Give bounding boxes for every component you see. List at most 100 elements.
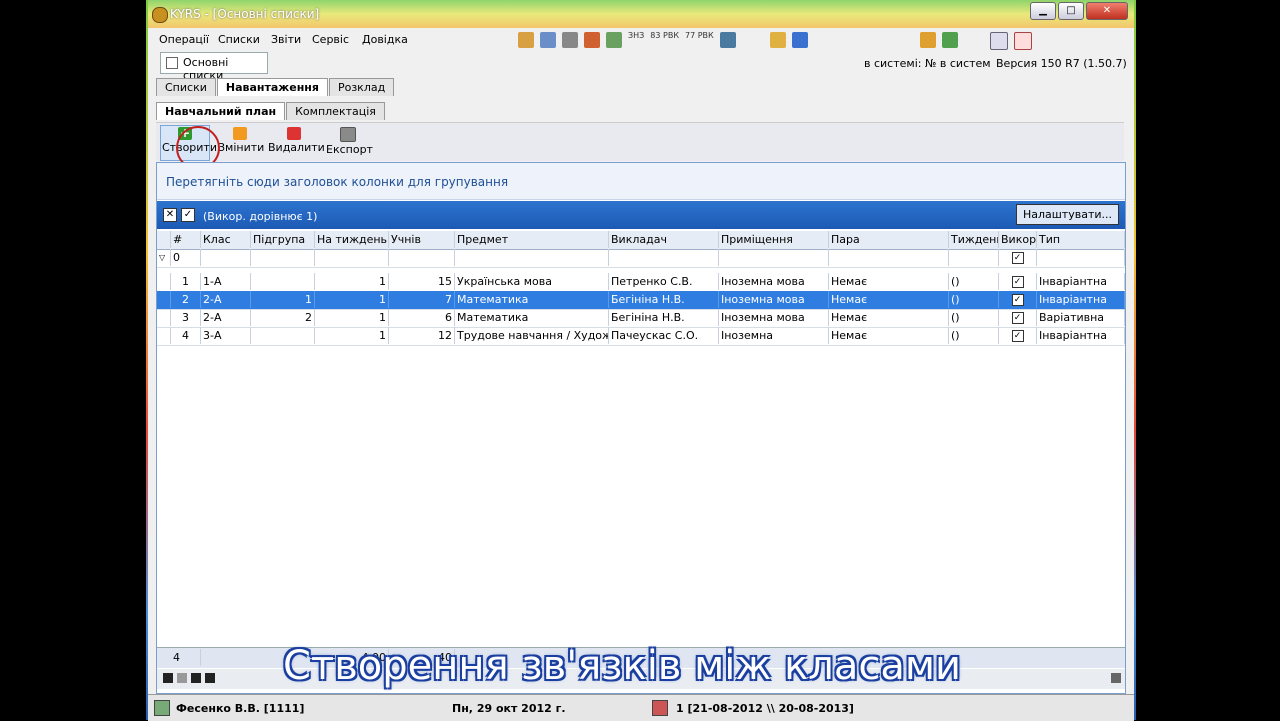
menu-reports[interactable]: Звіти — [271, 33, 301, 46]
row-pupils[interactable]: 15 — [389, 273, 455, 290]
table-row[interactable]: 2 2-А 1 1 7 Математика Бегініна Н.В. Іноземна м… — [157, 291, 1125, 310]
first-record-icon[interactable] — [163, 673, 173, 683]
delete-button[interactable]: Видалити — [268, 127, 325, 154]
refresh-icon[interactable] — [606, 32, 622, 48]
row-type[interactable]: Інваріантна — [1037, 291, 1125, 308]
col-per-week[interactable]: На тиждень (Г — [315, 231, 389, 248]
col-number[interactable]: # — [171, 231, 201, 248]
row-subgroup[interactable] — [251, 327, 315, 344]
filter-cell[interactable] — [1037, 249, 1125, 266]
filter-cell[interactable] — [389, 249, 455, 266]
minimize-button[interactable]: ▁ — [1030, 2, 1056, 20]
table-row[interactable]: 3 2-А 2 1 6 Математика Бегініна Н.В. Іноземна м… — [157, 309, 1125, 328]
filter-enabled-checkbox[interactable]: ✓ — [181, 208, 195, 222]
row-teacher[interactable]: Бегініна Н.В. — [609, 309, 719, 326]
table-row[interactable]: 1 1-А 1 15 Українська мова Петренко С.В. Інозе… — [157, 273, 1125, 292]
row-per-week[interactable]: 1 — [315, 327, 389, 344]
row-pupils[interactable]: 7 — [389, 291, 455, 308]
menu-service[interactable]: Сервіс — [312, 33, 349, 46]
maximize-button[interactable]: □ — [1058, 2, 1084, 20]
row-number[interactable]: 3 — [171, 309, 201, 326]
filter-cell-number[interactable]: 0 — [171, 249, 201, 266]
filter-cell[interactable] — [609, 249, 719, 266]
row-teacher[interactable]: Бегініна Н.В. — [609, 291, 719, 308]
row-pupils[interactable]: 12 — [389, 327, 455, 344]
row-subject[interactable]: Математика — [455, 309, 609, 326]
used-checkbox[interactable]: ✓ — [1011, 276, 1024, 288]
row-subgroup[interactable]: 2 — [251, 309, 315, 326]
doc-tab-main-lists[interactable]: Основні списки — [160, 52, 268, 82]
row-indicator[interactable] — [157, 273, 171, 290]
window-icon[interactable] — [989, 32, 1008, 50]
tab-workload[interactable]: Навантаження — [216, 78, 328, 96]
row-pair[interactable]: Немає — [829, 291, 949, 308]
row-room[interactable]: Іноземна мова — [719, 291, 829, 308]
menu-help[interactable]: Довідка — [362, 33, 408, 46]
prev-record-icon[interactable] — [177, 673, 187, 683]
row-used[interactable]: ✓ — [999, 327, 1037, 344]
row-indicator[interactable] — [157, 291, 171, 308]
tab-schedule[interactable]: Розклад — [328, 78, 395, 96]
row-used[interactable]: ✓ — [999, 309, 1037, 326]
col-subject[interactable]: Предмет — [455, 231, 609, 248]
row-type[interactable]: Інваріантна — [1037, 273, 1125, 290]
row-weeks[interactable]: () — [949, 309, 999, 326]
col-class[interactable]: Клас — [201, 231, 251, 248]
col-teacher[interactable]: Викладач — [609, 231, 719, 248]
edit-button[interactable]: Змінити — [218, 127, 264, 154]
clear-filter-button[interactable]: ✕ — [163, 208, 177, 222]
row-indicator[interactable] — [157, 309, 171, 326]
tab-study-plan[interactable]: Навчальний план — [156, 102, 286, 120]
row-subgroup[interactable]: 1 — [251, 291, 315, 308]
close-button[interactable]: ✕ — [1086, 2, 1128, 20]
checklist-icon[interactable] — [562, 32, 578, 48]
group-panel[interactable]: Перетягніть сюди заголовок колонки для г… — [157, 163, 1125, 200]
filter-cell[interactable] — [315, 249, 389, 266]
rvk83-icon[interactable]: 83 РВК — [650, 32, 679, 48]
filter-text[interactable]: (Викор. дорівнює 1) — [203, 210, 317, 223]
menu-operations[interactable]: Операції — [159, 33, 209, 46]
close-doc-icon[interactable] — [1013, 32, 1032, 50]
row-room[interactable]: Іноземна мова — [719, 273, 829, 290]
row-subject[interactable]: Трудове навчання / Художня — [455, 327, 609, 344]
filter-cell[interactable] — [719, 249, 829, 266]
coins-icon[interactable] — [518, 32, 534, 48]
calendar-icon[interactable] — [584, 32, 600, 48]
row-weeks[interactable]: () — [949, 291, 999, 308]
lock-icon[interactable] — [919, 32, 936, 48]
list-icon[interactable] — [540, 32, 556, 48]
export-button[interactable]: Експорт — [326, 127, 373, 156]
row-teacher[interactable]: Петренко С.В. — [609, 273, 719, 290]
row-pair[interactable]: Немає — [829, 309, 949, 326]
row-used[interactable]: ✓ — [999, 291, 1037, 308]
col-pupils[interactable]: Учнів — [389, 231, 455, 248]
settings-button[interactable]: Налаштувати... — [1015, 204, 1119, 225]
row-number[interactable]: 1 — [171, 273, 201, 290]
filter-cell[interactable] — [829, 249, 949, 266]
row-type[interactable]: Інваріантна — [1037, 327, 1125, 344]
col-subgroup[interactable]: Підгрупа — [251, 231, 315, 248]
filter-cell[interactable] — [251, 249, 315, 266]
row-pair[interactable]: Немає — [829, 327, 949, 344]
key-icon[interactable] — [769, 32, 786, 48]
menu-lists[interactable]: Списки — [218, 33, 260, 46]
filter-cell[interactable] — [949, 249, 999, 266]
row-weeks[interactable]: () — [949, 327, 999, 344]
used-checkbox[interactable]: ✓ — [1011, 312, 1024, 324]
row-class[interactable]: 3-А — [201, 327, 251, 344]
calendar-icon[interactable] — [652, 700, 668, 716]
row-per-week[interactable]: 1 — [315, 309, 389, 326]
tab-lists[interactable]: Списки — [156, 78, 216, 96]
filter-cell-used[interactable]: ✓ — [999, 249, 1037, 266]
row-per-week[interactable]: 1 — [315, 273, 389, 290]
row-subject[interactable]: Математика — [455, 291, 609, 308]
row-per-week[interactable]: 1 — [315, 291, 389, 308]
row-teacher[interactable]: Пачеускас С.О. — [609, 327, 719, 344]
rvk77-icon[interactable]: 77 РВК — [685, 32, 714, 48]
row-type[interactable]: Варіативна — [1037, 309, 1125, 326]
row-room[interactable]: Іноземна мова — [719, 309, 829, 326]
row-class[interactable]: 1-А — [201, 273, 251, 290]
row-indicator[interactable] — [157, 327, 171, 344]
row-number[interactable]: 2 — [171, 291, 201, 308]
tab-staffing[interactable]: Комплектація — [286, 102, 385, 120]
